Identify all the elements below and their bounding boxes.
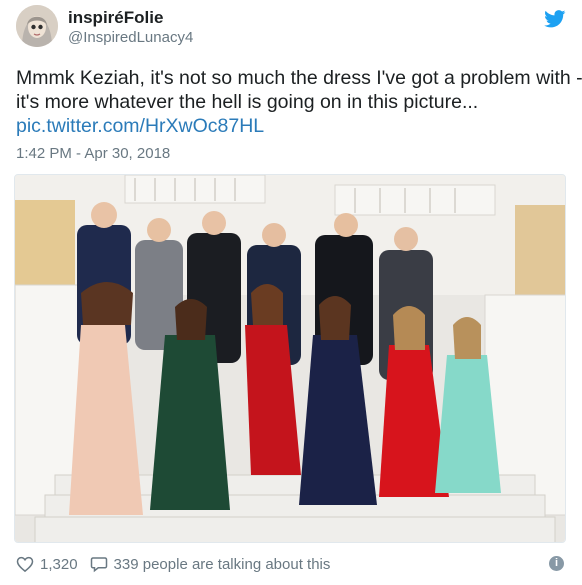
heart-icon[interactable] bbox=[16, 555, 34, 573]
author-handle[interactable]: @InspiredLunacy4 bbox=[68, 29, 193, 46]
tweet-photo[interactable] bbox=[14, 174, 566, 543]
author-display-name[interactable]: inspiréFolie bbox=[68, 8, 163, 28]
author-avatar[interactable] bbox=[16, 5, 58, 47]
tweet-timestamp[interactable]: 1:42 PM - Apr 30, 2018 bbox=[16, 145, 170, 162]
tweet-text-line-2: it's more whatever the hell is going on … bbox=[16, 91, 479, 113]
speech-bubble-icon[interactable] bbox=[90, 555, 108, 573]
tweet-footer: 1,320 339 people are talking about this bbox=[16, 554, 330, 574]
tweet-photo-link[interactable]: pic.twitter.com/HrXwOc87HL bbox=[16, 114, 568, 138]
likes-count[interactable]: 1,320 bbox=[40, 556, 78, 573]
tweet-text: Mmmk Keziah, it's not so much the dress … bbox=[16, 66, 582, 138]
twitter-bird-icon[interactable] bbox=[544, 10, 566, 28]
tweet-card: inspiréFolie @InspiredLunacy4 Mmmk Kezia… bbox=[0, 0, 582, 585]
prom-group-photo bbox=[15, 175, 565, 542]
tweet-text-line-1: Mmmk Keziah, it's not so much the dress … bbox=[16, 67, 582, 89]
replies-text[interactable]: 339 people are talking about this bbox=[114, 556, 331, 573]
info-icon[interactable]: i bbox=[549, 556, 564, 571]
